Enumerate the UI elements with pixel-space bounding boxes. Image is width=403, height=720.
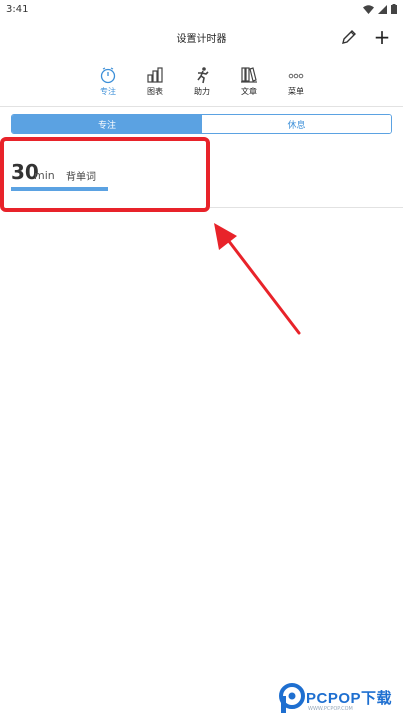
- nav-label-article: 文章: [241, 87, 257, 96]
- nav-label-boost: 助力: [194, 87, 210, 96]
- top-nav: 专注 图表 助力 文章 菜单: [88, 64, 318, 102]
- watermark-subtext: WWW.PCPOP.COM: [308, 706, 353, 712]
- mode-segmented-control: 专注 休息: [11, 114, 392, 134]
- segment-focus[interactable]: 专注: [12, 115, 202, 133]
- card-divider: [210, 207, 403, 208]
- header-divider: [0, 106, 403, 107]
- nav-item-menu[interactable]: 菜单: [276, 64, 316, 102]
- add-button[interactable]: +: [372, 25, 392, 49]
- watermark: PCPOP下载 WWW.PCPOP.COM: [278, 683, 398, 715]
- status-time: 3:41: [6, 3, 29, 15]
- nav-label-menu: 菜单: [288, 87, 304, 96]
- status-icons: [363, 4, 397, 14]
- segment-rest[interactable]: 休息: [202, 115, 391, 133]
- nav-item-focus[interactable]: 专注: [88, 64, 128, 102]
- nav-label-chart: 图表: [147, 87, 163, 96]
- runner-icon: [197, 67, 209, 84]
- annotation-arrow: [214, 223, 301, 335]
- nav-item-article[interactable]: 文章: [229, 64, 269, 102]
- pencil-icon: [342, 30, 356, 44]
- bar-chart-icon: [147, 67, 163, 83]
- more-dots-icon: [288, 73, 304, 79]
- status-bar: 3:41: [0, 0, 403, 18]
- annotation-highlight-box: [0, 137, 210, 212]
- watermark-logo-icon: [279, 683, 305, 713]
- watermark-text: PCPOP下载: [306, 690, 393, 707]
- battery-icon: [391, 4, 397, 14]
- edit-button[interactable]: [340, 28, 360, 48]
- nav-item-chart[interactable]: 图表: [135, 64, 175, 102]
- wifi-icon: [363, 4, 374, 14]
- app-header: 设置计时器 +: [0, 24, 403, 52]
- signal-icon: [378, 4, 387, 14]
- nav-label-focus: 专注: [100, 87, 116, 96]
- nav-item-boost[interactable]: 助力: [182, 64, 222, 102]
- bookshelf-icon: [241, 67, 257, 83]
- stopwatch-icon: [100, 67, 116, 84]
